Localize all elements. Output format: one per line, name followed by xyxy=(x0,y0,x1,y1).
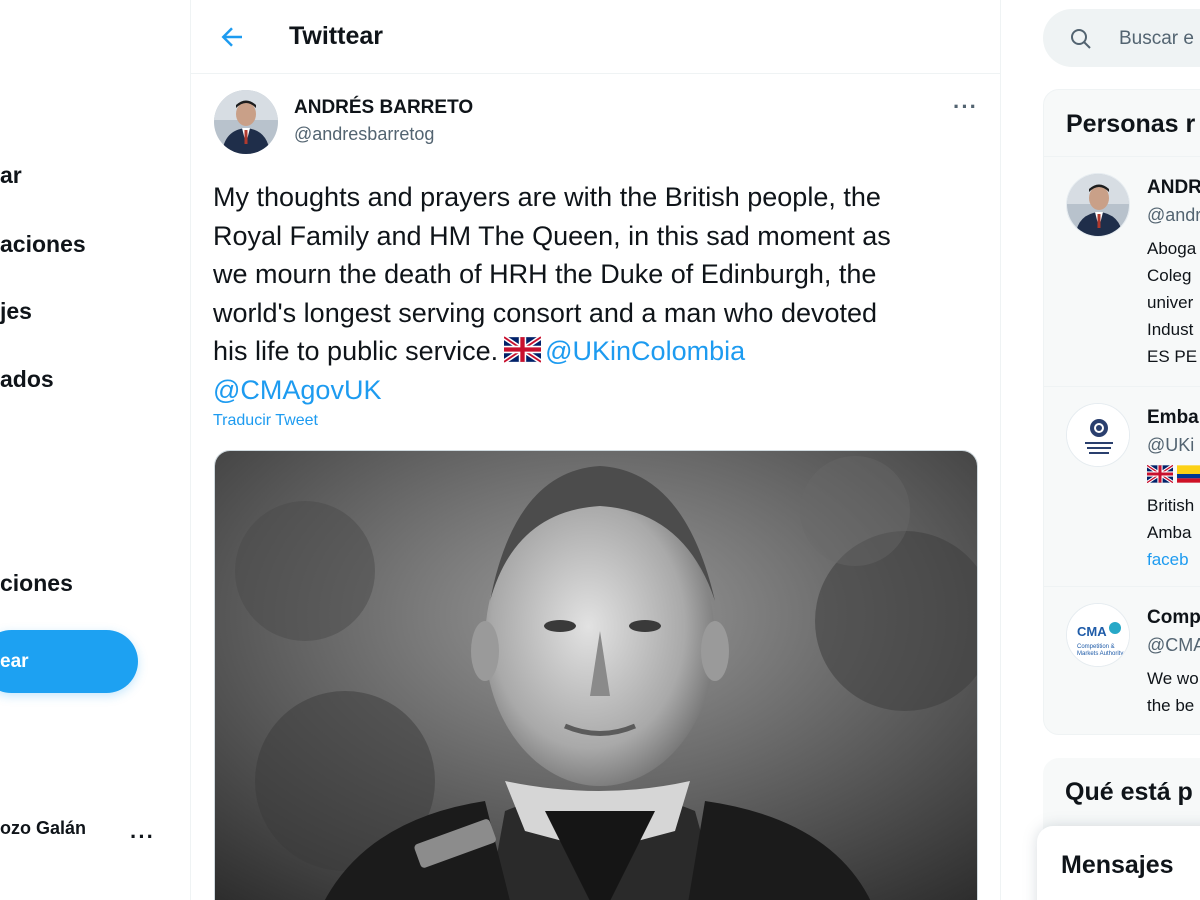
left-sidebar: ar aciones jes ados ciones ear ozo Galán… xyxy=(0,0,190,900)
person-bio-line: Aboga xyxy=(1147,239,1197,258)
sidebar-item-notifications[interactable]: aciones xyxy=(0,231,86,258)
person-name[interactable]: Comp xyxy=(1147,607,1200,629)
person-item[interactable]: CMA Competition & Markets Authority Comp… xyxy=(1044,586,1200,734)
flags-emoji-row xyxy=(1146,463,1200,488)
search-input[interactable]: Buscar e xyxy=(1043,9,1200,67)
tweet-button[interactable]: ear xyxy=(0,630,138,693)
card-title: Personas r xyxy=(1066,110,1196,138)
person-name[interactable]: Emba xyxy=(1147,407,1199,429)
mention-link[interactable]: @UKinColombia xyxy=(545,336,745,366)
sidebar-item-messages[interactable]: jes xyxy=(0,298,32,325)
search-placeholder: Buscar e xyxy=(1119,28,1194,49)
person-name[interactable]: ANDR xyxy=(1147,177,1200,199)
page-title: Twittear xyxy=(289,22,383,50)
sidebar-item-more-options[interactable]: ciones xyxy=(0,570,73,597)
svg-text:Markets Authority: Markets Authority xyxy=(1077,651,1123,657)
svg-text:CMA: CMA xyxy=(1077,624,1107,639)
tweet-photo[interactable] xyxy=(214,450,978,900)
mention-link[interactable]: @CMAgovUK xyxy=(213,375,381,405)
messages-title[interactable]: Mensajes xyxy=(1061,851,1174,880)
person-handle: @CMA xyxy=(1147,635,1200,655)
tweet-text: My thoughts and prayers are with the Bri… xyxy=(213,178,983,409)
sidebar-item-explore[interactable]: ar xyxy=(0,162,22,189)
person-avatar[interactable] xyxy=(1066,173,1130,237)
sidebar-item-bookmarks[interactable]: ados xyxy=(0,366,54,393)
cma-logo-avatar[interactable]: CMA Competition & Markets Authority xyxy=(1066,603,1130,667)
translate-tweet-link[interactable]: Traducir Tweet xyxy=(213,412,318,430)
person-bio-line: We wo xyxy=(1147,669,1199,688)
account-more-icon[interactable]: ··· xyxy=(130,824,155,850)
person-item[interactable]: ANDR @andr Aboga Coleg univer Indust ES … xyxy=(1044,156,1200,386)
colombia-flag-icon xyxy=(1177,465,1200,483)
tweet-text-segment: his life to public service. xyxy=(213,336,499,366)
messages-drawer[interactable]: Mensajes xyxy=(1037,826,1200,900)
tweet-text-line: his life to public service. @UKinColombi… xyxy=(213,332,983,371)
person-bio-line: the be xyxy=(1147,696,1195,715)
uk-flag-icon xyxy=(1146,463,1174,485)
tweet-text-line: @CMAgovUK xyxy=(213,371,983,410)
search-icon xyxy=(1071,29,1091,49)
back-arrow-icon[interactable] xyxy=(217,22,247,52)
trends-title: Qué está p xyxy=(1065,778,1193,806)
author-avatar[interactable] xyxy=(214,90,278,154)
more-options-icon[interactable]: ··· xyxy=(953,94,978,120)
author-name[interactable]: ANDRÉS BARRETO xyxy=(294,97,473,119)
tweet-text-line: Royal Family and HM The Queen, in this s… xyxy=(213,220,891,251)
relevant-people-card: Personas r ANDR @andr Aboga Coleg univer… xyxy=(1043,89,1200,735)
author-handle[interactable]: @andresbarretog xyxy=(294,124,434,145)
person-bio-line: Indust xyxy=(1147,320,1194,339)
person-bio-line: Coleg xyxy=(1147,266,1192,285)
person-handle: @UKi xyxy=(1147,435,1195,455)
main-column: Twittear ANDRÉS BARRETO @andresbarretog … xyxy=(190,0,1001,900)
person-bio-line: univer xyxy=(1147,293,1194,312)
person-handle: @andr xyxy=(1147,205,1200,225)
uk-flag-icon xyxy=(504,336,542,363)
account-name[interactable]: ozo Galán xyxy=(0,818,86,839)
person-bio-line: British xyxy=(1147,496,1195,515)
tweet-text-line: My thoughts and prayers are with the Bri… xyxy=(213,182,881,212)
svg-text:Competition &: Competition & xyxy=(1077,644,1115,650)
tweet-text-line: world's longest serving consort and a ma… xyxy=(213,297,878,328)
person-bio-line: ES PE xyxy=(1147,347,1198,366)
embassy-logo-avatar[interactable] xyxy=(1066,403,1130,467)
page-header: Twittear xyxy=(191,0,1000,74)
tweet-text-line: we mourn the death of HRH the Duke of Ed… xyxy=(213,259,877,289)
person-item[interactable]: Emba @UKi British Amba faceb xyxy=(1044,386,1200,586)
person-bio-line: Amba xyxy=(1147,523,1192,542)
person-bio-link[interactable]: faceb xyxy=(1147,546,1189,573)
